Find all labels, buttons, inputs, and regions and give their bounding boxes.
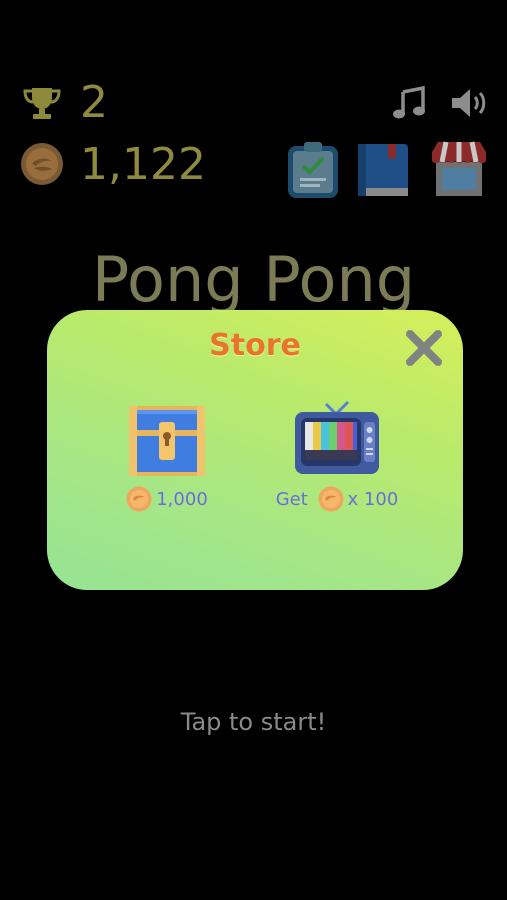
store-title: Store (209, 328, 301, 363)
coin-balance: 1,122 (80, 139, 206, 190)
trophy-icon (23, 88, 61, 119)
store-item-watch-ad[interactable]: Get x 100 (252, 400, 422, 520)
game-title: Pong Pong (91, 243, 416, 316)
store-modal: Store 1,000 Get x 100 (47, 310, 463, 590)
tv-icon (295, 400, 379, 474)
chest-price: 1,000 (82, 486, 252, 514)
tap-to-start[interactable]: Tap to start! (0, 708, 507, 736)
ad-reward: Get x 100 (252, 486, 422, 514)
music-icon[interactable] (392, 86, 426, 120)
chest-price-value: 1,000 (156, 489, 208, 510)
close-icon[interactable] (404, 328, 444, 368)
store-icon[interactable] (428, 138, 490, 200)
ad-reward-suffix: x 100 (347, 489, 399, 510)
coin-icon (21, 143, 63, 185)
ad-reward-prefix: Get (275, 489, 308, 510)
tasks-clipboard-icon[interactable] (282, 138, 344, 200)
book-icon[interactable] (352, 138, 414, 200)
coin-icon (318, 486, 344, 512)
treasure-chest-icon (129, 406, 205, 476)
best-score: 2 (80, 77, 108, 128)
store-item-chest[interactable]: 1,000 (82, 400, 252, 520)
speaker-icon[interactable] (450, 86, 490, 120)
coin-icon (126, 486, 152, 512)
